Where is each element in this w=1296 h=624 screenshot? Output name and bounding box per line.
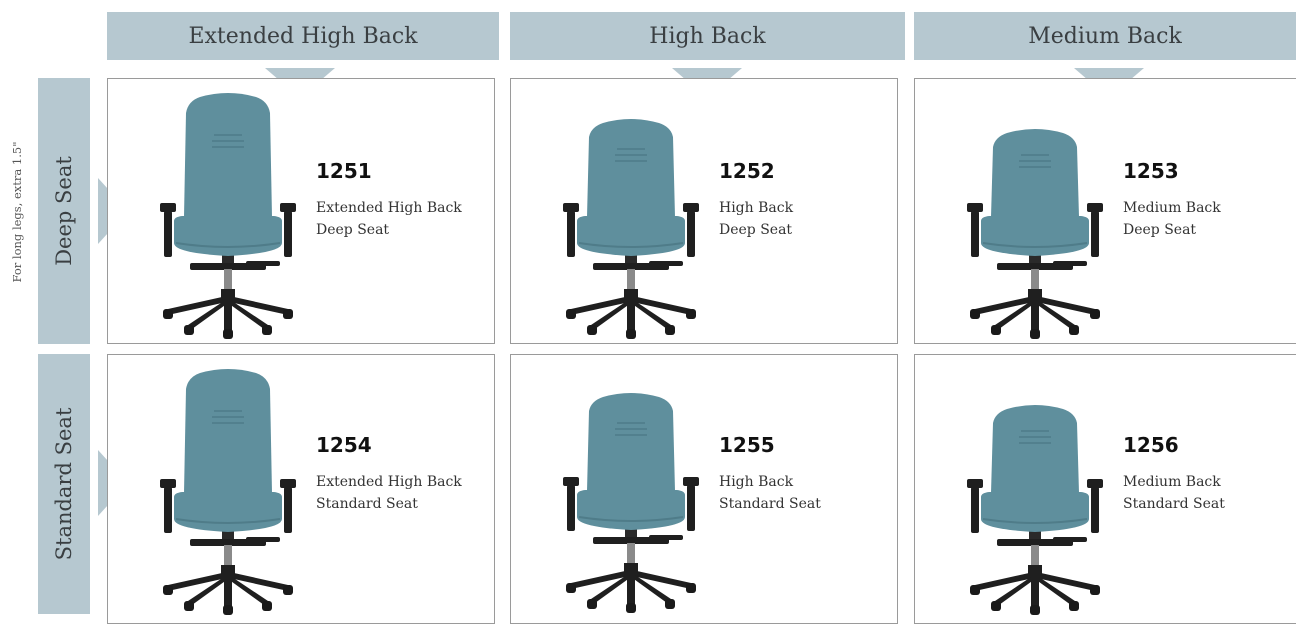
column-header-medium-back: Medium Back bbox=[914, 12, 1296, 60]
product-card-1256[interactable]: 1256 Medium Back Standard Seat bbox=[914, 354, 1296, 624]
row-header-deep-seat: Deep Seat bbox=[38, 78, 90, 344]
product-card-1254[interactable]: 1254 Extended High Back Standard Seat bbox=[107, 354, 495, 624]
chair-image-high-back bbox=[563, 119, 699, 339]
description-back: High Back bbox=[719, 474, 794, 490]
column-header-extended-high-back: Extended High Back bbox=[107, 12, 499, 60]
description-seat: Deep Seat bbox=[316, 222, 390, 238]
model-description: Extended High Back Deep Seat bbox=[316, 197, 462, 241]
description-seat: Deep Seat bbox=[719, 222, 793, 238]
model-number: 1253 bbox=[1123, 159, 1179, 183]
chair-image-extended-high-back bbox=[160, 93, 296, 339]
description-back: Medium Back bbox=[1123, 474, 1221, 490]
model-number: 1254 bbox=[316, 433, 372, 457]
side-note: For long legs, extra 1.5" bbox=[10, 141, 24, 283]
row-header-standard-seat: Standard Seat bbox=[38, 354, 90, 614]
model-number: 1256 bbox=[1123, 433, 1179, 457]
column-header-label: High Back bbox=[649, 23, 766, 49]
model-number: 1252 bbox=[719, 159, 775, 183]
model-description: High Back Standard Seat bbox=[719, 471, 821, 515]
row-header-label: Deep Seat bbox=[52, 156, 76, 266]
column-header-high-back: High Back bbox=[510, 12, 905, 60]
description-seat: Deep Seat bbox=[1123, 222, 1197, 238]
chair-image-extended-high-back bbox=[160, 369, 296, 615]
product-card-1253[interactable]: 1253 Medium Back Deep Seat bbox=[914, 78, 1296, 344]
model-number: 1251 bbox=[316, 159, 372, 183]
product-card-1255[interactable]: 1255 High Back Standard Seat bbox=[510, 354, 898, 624]
chair-image-medium-back bbox=[967, 129, 1103, 339]
product-card-1251[interactable]: 1251 Extended High Back Deep Seat bbox=[107, 78, 495, 344]
description-back: Medium Back bbox=[1123, 200, 1221, 216]
description-seat: Standard Seat bbox=[1123, 496, 1225, 512]
description-back: Extended High Back bbox=[316, 200, 462, 216]
column-header-label: Medium Back bbox=[1028, 23, 1182, 49]
chair-image-high-back bbox=[563, 393, 699, 613]
description-seat: Standard Seat bbox=[719, 496, 821, 512]
description-back: High Back bbox=[719, 200, 794, 216]
column-header-label: Extended High Back bbox=[188, 23, 418, 49]
model-number: 1255 bbox=[719, 433, 775, 457]
model-description: High Back Deep Seat bbox=[719, 197, 793, 241]
description-seat: Standard Seat bbox=[316, 496, 418, 512]
model-description: Extended High Back Standard Seat bbox=[316, 471, 462, 515]
row-header-label: Standard Seat bbox=[52, 407, 76, 561]
model-description: Medium Back Standard Seat bbox=[1123, 471, 1225, 515]
product-card-1252[interactable]: 1252 High Back Deep Seat bbox=[510, 78, 898, 344]
description-back: Extended High Back bbox=[316, 474, 462, 490]
chair-image-medium-back bbox=[967, 405, 1103, 615]
model-description: Medium Back Deep Seat bbox=[1123, 197, 1221, 241]
